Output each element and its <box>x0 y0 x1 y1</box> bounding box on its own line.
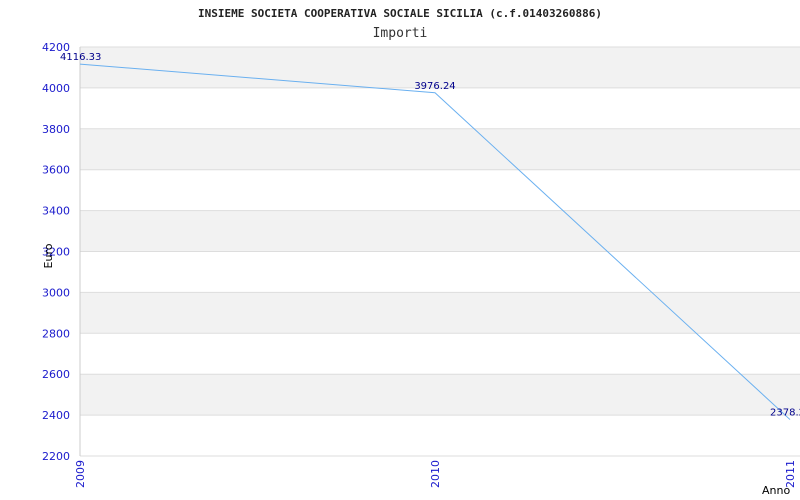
data-label: 4116.33 <box>60 52 101 63</box>
y-tick-label: 3600 <box>42 164 70 177</box>
x-axis-ticks: 2009 2010 2011 <box>74 460 797 488</box>
y-tick-label: 2800 <box>42 327 70 340</box>
y-tick-label: 2400 <box>42 409 70 422</box>
line-chart: INSIEME SOCIETA COOPERATIVA SOCIALE SICI… <box>42 7 800 497</box>
chart-subtitle: Importi <box>373 26 428 41</box>
x-axis-label: Anno <box>762 484 790 497</box>
y-tick-label: 3800 <box>42 123 70 136</box>
y-tick-label: 3400 <box>42 205 70 218</box>
x-tick-label: 2009 <box>74 460 87 488</box>
y-axis-label: Euro <box>42 243 55 268</box>
data-label: 3976.24 <box>414 81 455 92</box>
grid-band <box>80 374 800 416</box>
y-tick-label: 2200 <box>42 450 70 463</box>
y-tick-label: 2600 <box>42 368 70 381</box>
y-tick-label: 4000 <box>42 82 70 95</box>
grid-bands <box>80 47 800 416</box>
chart-title: INSIEME SOCIETA COOPERATIVA SOCIALE SICI… <box>198 7 602 20</box>
grid-band <box>80 128 800 170</box>
x-tick-label: 2010 <box>429 460 442 488</box>
grid-band <box>80 210 800 252</box>
chart-root: INSIEME SOCIETA COOPERATIVA SOCIALE SICI… <box>0 0 800 500</box>
data-label: 2378.2 <box>770 408 800 419</box>
y-tick-label: 3000 <box>42 286 70 299</box>
grid-band <box>80 292 800 334</box>
